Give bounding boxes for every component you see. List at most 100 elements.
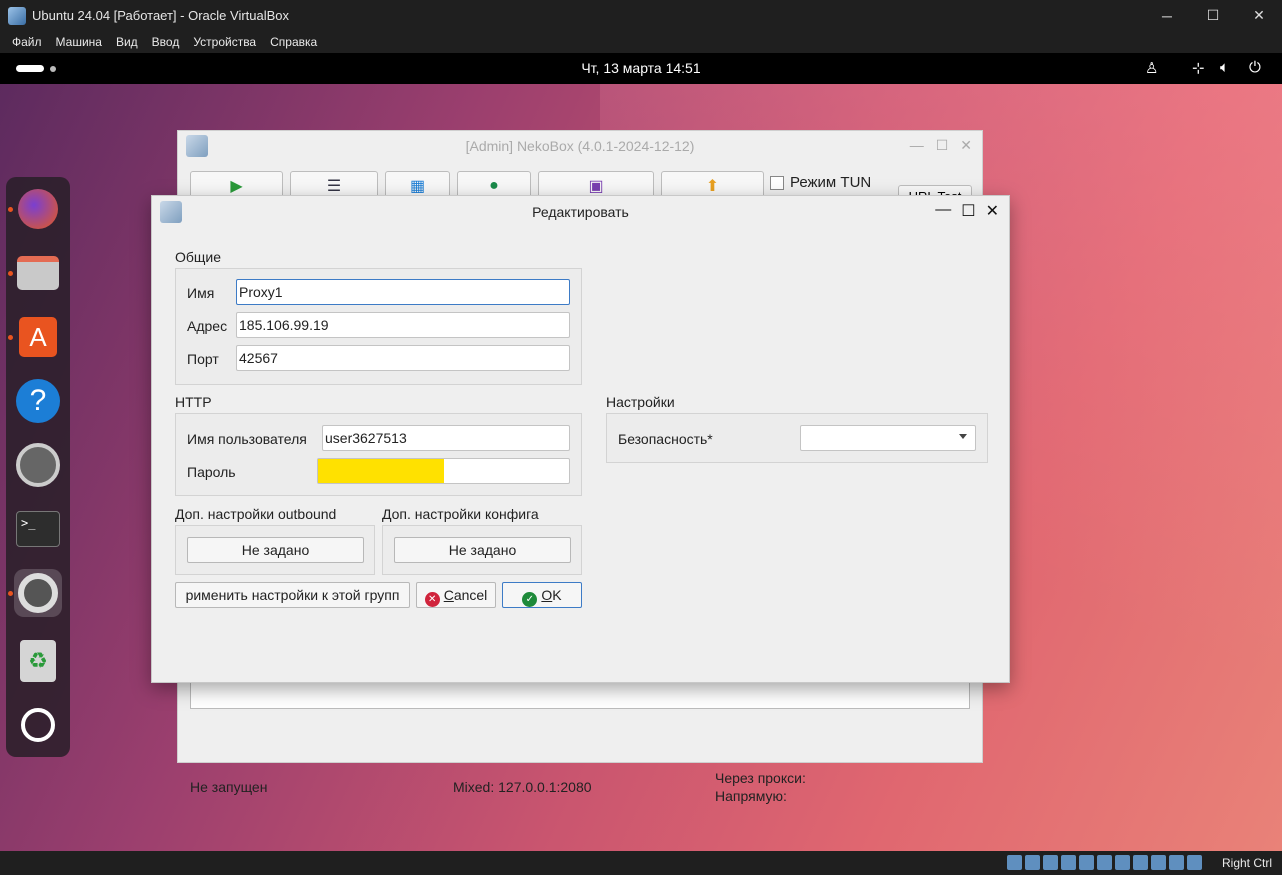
menu-view[interactable]: Вид (116, 35, 138, 49)
trash-shape: ♻ (20, 640, 56, 682)
status-direct: Напрямую: (715, 788, 787, 804)
firefox-logo (18, 189, 58, 229)
cpu-icon[interactable] (1151, 855, 1166, 870)
password-label: Пароль (187, 464, 236, 480)
tun-label: Режим TUN (790, 174, 872, 191)
status-via-proxy: Через прокси: (715, 770, 806, 786)
edit-dialog: Редактировать — ☐ ✕ Общие Имя Proxy1 Адр… (151, 195, 1010, 683)
name-input[interactable]: Proxy1 (236, 279, 570, 305)
hdd-icon[interactable] (1007, 855, 1022, 870)
config-section-label: Доп. настройки конфига (382, 506, 539, 522)
menu-devices[interactable]: Устройства (193, 35, 256, 49)
port-input[interactable]: 42567 (236, 345, 570, 371)
dialog-title: Редактировать (532, 204, 629, 220)
cancel-icon: ✕ (424, 592, 440, 607)
show-apps-icon[interactable] (14, 701, 62, 749)
http-section-label: HTTP (175, 394, 212, 410)
volume-icon[interactable]: 🔈︎ (1220, 59, 1229, 76)
vbox-titlebar: Ubuntu 24.04 [Работает] - Oracle Virtual… (0, 0, 1282, 31)
running-indicator (8, 591, 13, 596)
menu-machine[interactable]: Машина (56, 35, 102, 49)
recording-icon[interactable] (1133, 855, 1148, 870)
settings-icon[interactable] (8, 569, 62, 617)
app-center-icon[interactable]: A (8, 313, 62, 361)
config-settings-button[interactable]: Не задано (394, 537, 571, 563)
power-icon[interactable]: ⏻ (1249, 59, 1261, 76)
nekobox-title: [Admin] NekoBox (4.0.1-2024-12-12) (465, 138, 695, 154)
tun-checkbox-box[interactable] (770, 175, 784, 190)
usb-icon[interactable] (1079, 855, 1094, 870)
address-input[interactable]: 185.106.99.19 (236, 312, 570, 338)
menu-file[interactable]: Файл (12, 35, 42, 49)
upgrade-icon: ⬆ (705, 178, 720, 195)
network-adapter-icon[interactable] (1061, 855, 1076, 870)
maximize-button[interactable]: ☐ (1190, 0, 1236, 31)
app-center-shape: A (19, 317, 57, 357)
globe-icon: ● (489, 177, 499, 194)
host-key-label: Right Ctrl (1221, 856, 1272, 870)
window-title: Ubuntu 24.04 [Работает] - Oracle Virtual… (32, 8, 290, 23)
shared-folders-icon[interactable] (1097, 855, 1112, 870)
display-icon[interactable] (1115, 855, 1130, 870)
minimize-icon[interactable]: — (935, 201, 951, 221)
security-select[interactable] (800, 425, 976, 451)
chat-icon: ▣ (588, 178, 604, 195)
settings-group: Безопасность* (606, 413, 988, 463)
general-section-label: Общие (175, 249, 222, 265)
cancel-mnemonic: C (443, 587, 454, 603)
cancel-button[interactable]: ✕ Cancel (416, 582, 496, 608)
outbound-group: Не задано (175, 525, 375, 575)
menu-input[interactable]: Ввод (152, 35, 180, 49)
dialog-window-controls: — ☐ ✕ (935, 201, 999, 221)
settings-gear-shape (18, 573, 58, 613)
virtualbox-icon (8, 6, 26, 25)
terminal-icon[interactable]: >_ (14, 505, 62, 553)
video-settings-icon[interactable] (14, 441, 62, 489)
status-mixed: Mixed: 127.0.0.1:2080 (453, 779, 592, 795)
sliders-icon: ☰ (326, 178, 342, 195)
address-label: Адрес (187, 318, 228, 334)
ok-mnemonic: O (541, 587, 553, 603)
outbound-section-label: Доп. настройки outbound (175, 506, 337, 522)
running-indicator (8, 207, 13, 212)
folder-shape (17, 256, 59, 290)
terminal-shape: >_ (16, 511, 60, 547)
tun-mode-checkbox[interactable]: Режим TUN (770, 174, 871, 191)
user-tray-icon[interactable]: ♙ (1145, 59, 1158, 77)
minimize-icon[interactable]: — (910, 137, 924, 154)
trash-icon[interactable]: ♻ (14, 637, 62, 685)
play-icon: ▶ (230, 178, 243, 195)
ubuntu-desktop: Чт, 13 марта 14:51 ♙ ⊹ 🔈︎ ⏻ A ? >_ ♻ [Ad… (0, 53, 1282, 851)
files-icon[interactable] (8, 249, 62, 297)
menu-help[interactable]: Справка (270, 35, 317, 49)
firefox-icon[interactable] (8, 185, 62, 233)
settings-section-label: Настройки (606, 394, 675, 410)
nekobox-window-controls: — ☐ ✕ (910, 137, 972, 154)
chevron-down-icon (959, 434, 967, 439)
network-icon[interactable]: ⊹ (1192, 59, 1205, 77)
apply-to-group-button[interactable]: рименить настройки к этой групп (175, 582, 410, 608)
username-input[interactable]: user3627513 (322, 425, 570, 451)
minimize-button[interactable]: ─ (1144, 0, 1190, 31)
maximize-icon[interactable]: ☐ (936, 137, 949, 154)
clock[interactable]: Чт, 13 марта 14:51 (0, 60, 1282, 76)
audio-icon[interactable] (1043, 855, 1058, 870)
running-indicator (8, 271, 13, 276)
close-icon[interactable]: ✕ (960, 137, 972, 154)
keyboard-icon[interactable] (1187, 855, 1202, 870)
password-redaction (318, 459, 444, 483)
close-icon[interactable]: ✕ (986, 201, 999, 221)
close-button[interactable]: ✕ (1236, 0, 1282, 31)
help-icon[interactable]: ? (14, 377, 62, 425)
password-input[interactable] (317, 458, 570, 484)
outbound-settings-button[interactable]: Не задано (187, 537, 364, 563)
dock: A ? >_ ♻ (6, 177, 70, 757)
mouse-integration-icon[interactable] (1169, 855, 1184, 870)
gear-shape (16, 443, 60, 487)
vbox-statusbar: Right Ctrl (0, 851, 1282, 875)
optical-drive-icon[interactable] (1025, 855, 1040, 870)
ok-button[interactable]: ✓ OK (502, 582, 582, 608)
maximize-icon[interactable]: ☐ (961, 201, 975, 221)
status-state: Не запущен (190, 779, 268, 795)
http-group: Имя пользователя user3627513 Пароль (175, 413, 582, 496)
